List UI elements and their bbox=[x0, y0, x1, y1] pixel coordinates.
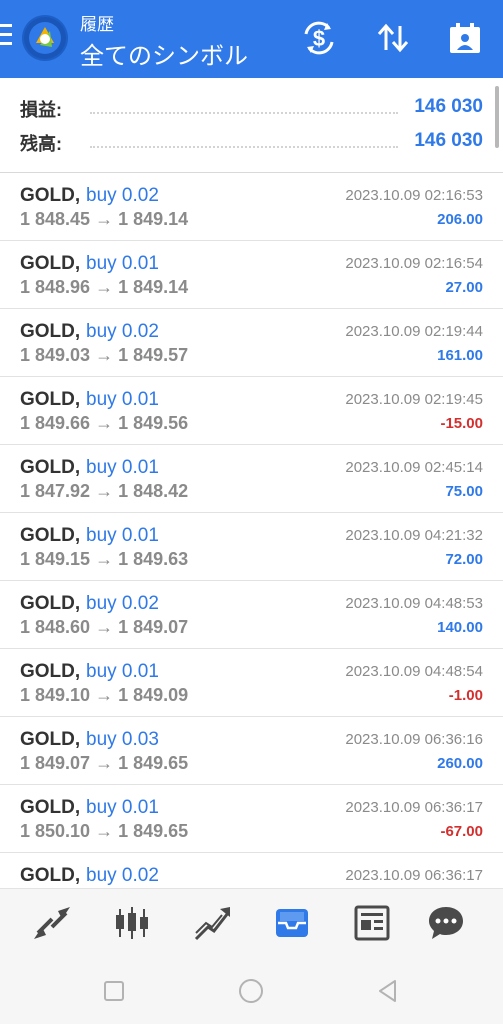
deal-profit: 27.00 bbox=[445, 279, 483, 296]
deal-prices: 1 847.92 → 1 848.42 bbox=[20, 481, 189, 501]
deal-profit: 206.00 bbox=[437, 211, 483, 228]
deal-list[interactable]: GOLD, buy 0.02 1 848.45 → 1 849.14 2023.10.… bbox=[0, 173, 503, 888]
deal-row[interactable]: GOLD, buy 0.01 1 850.10 → 1 849.65 2023.10.… bbox=[0, 785, 503, 853]
deal-profit: -1.00 bbox=[448, 687, 483, 704]
deal-row[interactable]: GOLD, buy 0.01 1 847.92 → 1 848.42 2023.10.… bbox=[0, 445, 503, 513]
deal-prices: 1 849.03 → 1 849.57 bbox=[20, 345, 189, 365]
deal-prices: 1 848.45 → 1 849.14 bbox=[20, 209, 189, 229]
deal-row[interactable]: GOLD, buy 0.01 1 849.10 → 1 849.09 2023.10.… bbox=[0, 649, 503, 717]
deal-row[interactable]: GOLD, buy 0.01 1 849.66 → 1 849.56 2023.10.… bbox=[0, 377, 503, 445]
currency-exchange-icon[interactable]: $ bbox=[301, 20, 337, 56]
app-header: 履歴 全てのシンボル $ bbox=[0, 0, 503, 78]
deal-time: 2023.10.09 04:48:53 bbox=[345, 595, 483, 612]
deal-time: 2023.10.09 06:36:17 bbox=[345, 867, 483, 884]
balance-row: 残高: 146 030 bbox=[0, 124, 503, 158]
deal-prices: 1 848.96 → 1 849.14 bbox=[20, 277, 189, 297]
deal-row[interactable]: GOLD, buy 0.01 1 849.15 → 1 849.63 2023.10.… bbox=[0, 513, 503, 581]
deal-profit: -67.00 bbox=[440, 823, 483, 840]
deal-row[interactable]: GOLD, buy 0.02 1 848.60 → 1 849.07 2023.10.… bbox=[0, 581, 503, 649]
deal-time: 2023.10.09 02:16:53 bbox=[345, 187, 483, 204]
deal-side-volume: buy 0.02 bbox=[86, 321, 159, 342]
deal-row[interactable]: GOLD, buy 0.02 2023.10.09 06:36:17 bbox=[0, 853, 503, 888]
deal-side-volume: buy 0.02 bbox=[86, 593, 159, 614]
header-subtitle: 履歴 bbox=[80, 15, 114, 34]
deal-symbol: GOLD, bbox=[20, 593, 81, 614]
deal-row[interactable]: GOLD, buy 0.02 1 848.45 → 1 849.14 2023.10.… bbox=[0, 173, 503, 241]
deal-symbol: GOLD, bbox=[20, 253, 81, 274]
deal-symbol: GOLD, bbox=[20, 525, 81, 546]
deal-side-volume: buy 0.02 bbox=[86, 185, 159, 206]
deal-profit: 72.00 bbox=[445, 551, 483, 568]
deal-prices: 1 848.60 → 1 849.07 bbox=[20, 617, 189, 637]
profit-value: 146 030 bbox=[414, 96, 483, 117]
deal-time: 2023.10.09 02:19:44 bbox=[345, 323, 483, 340]
svg-text:$: $ bbox=[313, 26, 325, 51]
deal-side-volume: buy 0.01 bbox=[86, 457, 159, 478]
deal-symbol: GOLD, bbox=[20, 661, 81, 682]
summary-panel: 損益: 146 030 残高: 146 030 bbox=[0, 78, 503, 172]
deal-time: 2023.10.09 04:48:54 bbox=[345, 663, 483, 680]
menu-icon[interactable] bbox=[0, 24, 14, 50]
deal-side-volume: buy 0.01 bbox=[86, 797, 159, 818]
deal-time: 2023.10.09 06:36:16 bbox=[345, 731, 483, 748]
deal-profit: -15.00 bbox=[440, 415, 483, 432]
recent-apps-icon[interactable] bbox=[101, 978, 127, 1004]
deal-time: 2023.10.09 02:16:54 bbox=[345, 255, 483, 272]
deal-prices: 1 849.10 → 1 849.09 bbox=[20, 685, 189, 705]
deal-profit: 260.00 bbox=[437, 755, 483, 772]
deal-prices: 1 849.15 → 1 849.63 bbox=[20, 549, 189, 569]
deal-time: 2023.10.09 02:19:45 bbox=[345, 391, 483, 408]
messages-icon[interactable] bbox=[426, 903, 466, 943]
trade-icon[interactable] bbox=[192, 903, 232, 943]
deal-time: 2023.10.09 06:36:17 bbox=[345, 799, 483, 816]
dotted-leader bbox=[90, 112, 398, 114]
app-logo[interactable] bbox=[22, 15, 68, 61]
deal-side-volume: buy 0.01 bbox=[86, 661, 159, 682]
chart-candles-icon[interactable] bbox=[112, 903, 152, 943]
profit-row: 損益: 146 030 bbox=[0, 90, 503, 124]
bottom-nav bbox=[0, 888, 503, 955]
deal-time: 2023.10.09 04:21:32 bbox=[345, 527, 483, 544]
deal-row[interactable]: GOLD, buy 0.03 1 849.07 → 1 849.65 2023.10.… bbox=[0, 717, 503, 785]
deal-profit: 161.00 bbox=[437, 347, 483, 364]
deal-profit: 75.00 bbox=[445, 483, 483, 500]
deal-side-volume: buy 0.01 bbox=[86, 389, 159, 410]
deal-symbol: GOLD, bbox=[20, 797, 81, 818]
deal-prices: 1 850.10 → 1 849.65 bbox=[20, 821, 189, 841]
back-icon[interactable] bbox=[375, 978, 401, 1004]
scrollbar[interactable] bbox=[495, 86, 499, 148]
dotted-leader bbox=[90, 146, 398, 148]
deal-row[interactable]: GOLD, buy 0.02 1 849.03 → 1 849.57 2023.10.… bbox=[0, 309, 503, 377]
sort-icon[interactable] bbox=[375, 20, 411, 56]
deal-prices: 1 849.66 → 1 849.56 bbox=[20, 413, 189, 433]
deal-symbol: GOLD, bbox=[20, 865, 81, 886]
calendar-person-icon[interactable] bbox=[447, 20, 483, 56]
deal-symbol: GOLD, bbox=[20, 321, 81, 342]
home-icon[interactable] bbox=[238, 978, 264, 1004]
balance-value: 146 030 bbox=[414, 130, 483, 151]
quotes-icon[interactable] bbox=[32, 903, 72, 943]
deal-prices: 1 849.07 → 1 849.65 bbox=[20, 753, 189, 773]
deal-side-volume: buy 0.03 bbox=[86, 729, 159, 750]
system-nav bbox=[0, 954, 503, 1024]
deal-symbol: GOLD, bbox=[20, 729, 81, 750]
history-icon[interactable] bbox=[272, 903, 312, 943]
news-icon[interactable] bbox=[352, 903, 392, 943]
deal-row[interactable]: GOLD, buy 0.01 1 848.96 → 1 849.14 2023.10.… bbox=[0, 241, 503, 309]
header-title[interactable]: 全てのシンボル bbox=[80, 36, 248, 71]
deal-time: 2023.10.09 02:45:14 bbox=[345, 459, 483, 476]
deal-side-volume: buy 0.02 bbox=[86, 865, 159, 886]
profit-label: 損益: bbox=[20, 100, 62, 120]
deal-side-volume: buy 0.01 bbox=[86, 525, 159, 546]
balance-label: 残高: bbox=[20, 134, 62, 154]
deal-symbol: GOLD, bbox=[20, 185, 81, 206]
deal-symbol: GOLD, bbox=[20, 457, 81, 478]
deal-profit: 140.00 bbox=[437, 619, 483, 636]
deal-symbol: GOLD, bbox=[20, 389, 81, 410]
deal-side-volume: buy 0.01 bbox=[86, 253, 159, 274]
